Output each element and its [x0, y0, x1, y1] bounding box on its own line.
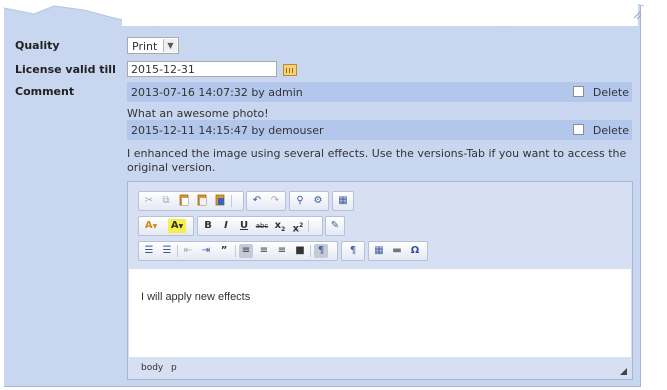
redo-icon[interactable]: ↷ [268, 194, 282, 208]
select-all-icon[interactable]: ▦ [336, 194, 350, 208]
rich-text-editor: ✂ ⧉ ↶ ↷ ⚲ ⚙ ▦ A▼ A▼ B I U abc x2 x2 ✎ ☰ … [127, 181, 633, 380]
toolbar-group-select: ▦ [332, 191, 354, 211]
toolbar-group-colors: A▼ A▼ [138, 216, 194, 236]
outdent-icon[interactable]: ⇤ [181, 244, 195, 258]
find-icon[interactable]: ⚲ [293, 194, 307, 208]
toolbar-group-basicstyles: B I U abc x2 x2 [197, 216, 323, 236]
comment-meta: 2015-12-11 14:15:47 by demouser [131, 124, 324, 137]
path-p[interactable]: p [171, 363, 177, 373]
editor-text: I will apply new effects [141, 291, 251, 303]
paste-word-icon[interactable] [213, 194, 227, 208]
quality-select[interactable]: Print ▼ [127, 37, 179, 54]
numbered-list-icon[interactable]: ☰ [142, 244, 156, 258]
bulleted-list-icon[interactable]: ☰ [160, 244, 174, 258]
copy-icon[interactable]: ⧉ [159, 194, 173, 208]
delete-label: Delete [592, 124, 629, 137]
comment-meta: 2013-07-16 14:07:32 by admin [131, 86, 303, 99]
toolbar-group-clipboard: ✂ ⧉ [138, 191, 244, 211]
license-label: License valid till [15, 63, 116, 76]
bold-button[interactable]: B [201, 219, 215, 233]
toolbar-group-undo: ↶ ↷ [246, 191, 286, 211]
resize-icon[interactable] [620, 368, 627, 375]
paste-icon[interactable] [177, 194, 191, 208]
editor-status-bar: body p [129, 358, 631, 378]
align-center-icon[interactable]: ≡ [257, 244, 271, 258]
superscript-button[interactable]: x2 [291, 219, 305, 234]
subscript-button[interactable]: x2 [273, 219, 287, 233]
ltr-icon[interactable]: ¶ [314, 244, 328, 258]
toolbar-group-insert: ▦ ▬ Ω [368, 241, 428, 261]
blockquote-icon[interactable]: ” [217, 244, 231, 258]
remove-format-icon[interactable]: ✎ [328, 219, 342, 233]
toolbar-group-find: ⚲ ⚙ [289, 191, 329, 211]
path-body[interactable]: body [141, 363, 163, 373]
comment-header: 2013-07-16 14:07:32 by admin Delete [127, 82, 632, 102]
align-left-icon[interactable]: ≡ [239, 244, 253, 258]
text-color-button[interactable]: A▼ [142, 219, 160, 233]
delete-label: Delete [592, 86, 629, 99]
license-date-input[interactable] [127, 61, 277, 77]
delete-checkbox[interactable] [573, 86, 584, 97]
form-panel: Quality Print ▼ License valid till Comme… [4, 0, 644, 387]
italic-button[interactable]: I [219, 219, 233, 233]
cut-icon[interactable]: ✂ [142, 194, 156, 208]
horizontal-rule-icon[interactable]: ▬ [390, 244, 404, 258]
chevron-down-icon[interactable]: ▼ [163, 39, 177, 52]
toolbar-group-paragraph: ☰ ☰ ⇤ ⇥ ” ≡ ≡ ≡ ■ ¶ [138, 241, 338, 261]
comment-label: Comment [15, 85, 75, 98]
quality-label: Quality [15, 39, 60, 52]
bg-color-button[interactable]: A▼ [168, 219, 186, 233]
strike-button[interactable]: abc [255, 219, 269, 233]
paste-text-icon[interactable] [195, 194, 209, 208]
toolbar-group-format: ✎ [325, 216, 345, 236]
comment-header: 2015-12-11 14:15:47 by demouser Delete [127, 120, 632, 140]
rtl-icon[interactable]: ¶ [346, 244, 360, 258]
table-icon[interactable]: ▦ [372, 244, 386, 258]
delete-checkbox[interactable] [573, 124, 584, 135]
quality-value: Print [132, 40, 158, 53]
comment-text: What an awesome photo! [127, 107, 269, 120]
undo-icon[interactable]: ↶ [250, 194, 264, 208]
toolbar-group-bidi: ¶ [341, 241, 365, 261]
calendar-icon[interactable] [283, 64, 297, 76]
underline-button[interactable]: U [237, 219, 251, 233]
justify-icon[interactable]: ■ [293, 244, 307, 258]
editor-content-area[interactable]: I will apply new effects [129, 269, 631, 357]
replace-icon[interactable]: ⚙ [311, 194, 325, 208]
omega-icon[interactable]: Ω [408, 244, 422, 258]
indent-icon[interactable]: ⇥ [199, 244, 213, 258]
torn-paper-edge [4, 0, 644, 27]
comment-text: I enhanced the image using several effec… [127, 147, 627, 174]
align-right-icon[interactable]: ≡ [275, 244, 289, 258]
